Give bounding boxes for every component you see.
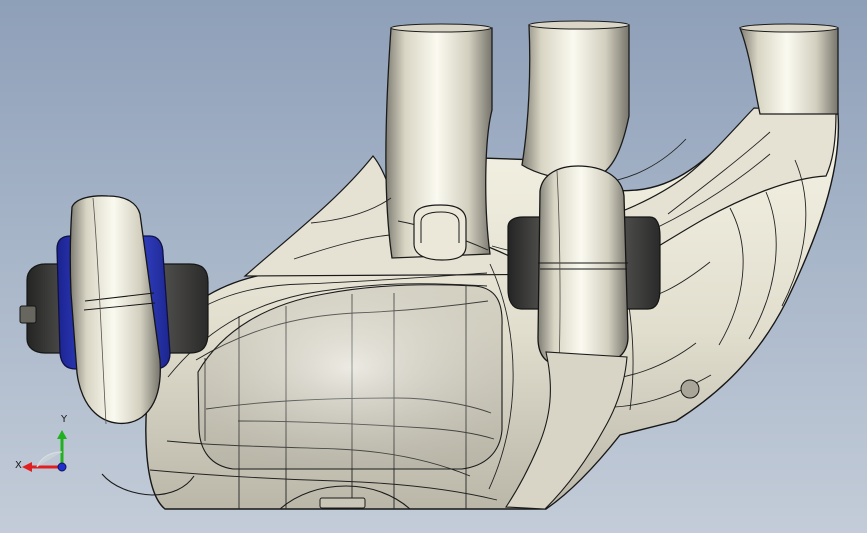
tube-right <box>739 27 839 115</box>
orientation-triad: Y X <box>12 410 80 480</box>
cad-graphics-viewport[interactable]: Y X <box>0 0 867 533</box>
tube-left-top <box>390 23 492 33</box>
y-axis-label: Y <box>60 414 68 425</box>
left-bushing-end-plug <box>19 305 37 324</box>
knuckle-part-model[interactable] <box>0 0 867 533</box>
lower-slot <box>319 497 366 509</box>
z-axis-dot <box>57 462 67 472</box>
right-bushing-housing <box>537 165 629 367</box>
tube-right-top <box>739 23 839 33</box>
right-hole <box>680 379 700 399</box>
upper-tab <box>413 204 467 261</box>
tube-middle-top <box>528 20 630 30</box>
x-axis-label: X <box>15 460 22 471</box>
left-bushing-housing <box>69 195 161 424</box>
tube-middle <box>521 24 630 181</box>
